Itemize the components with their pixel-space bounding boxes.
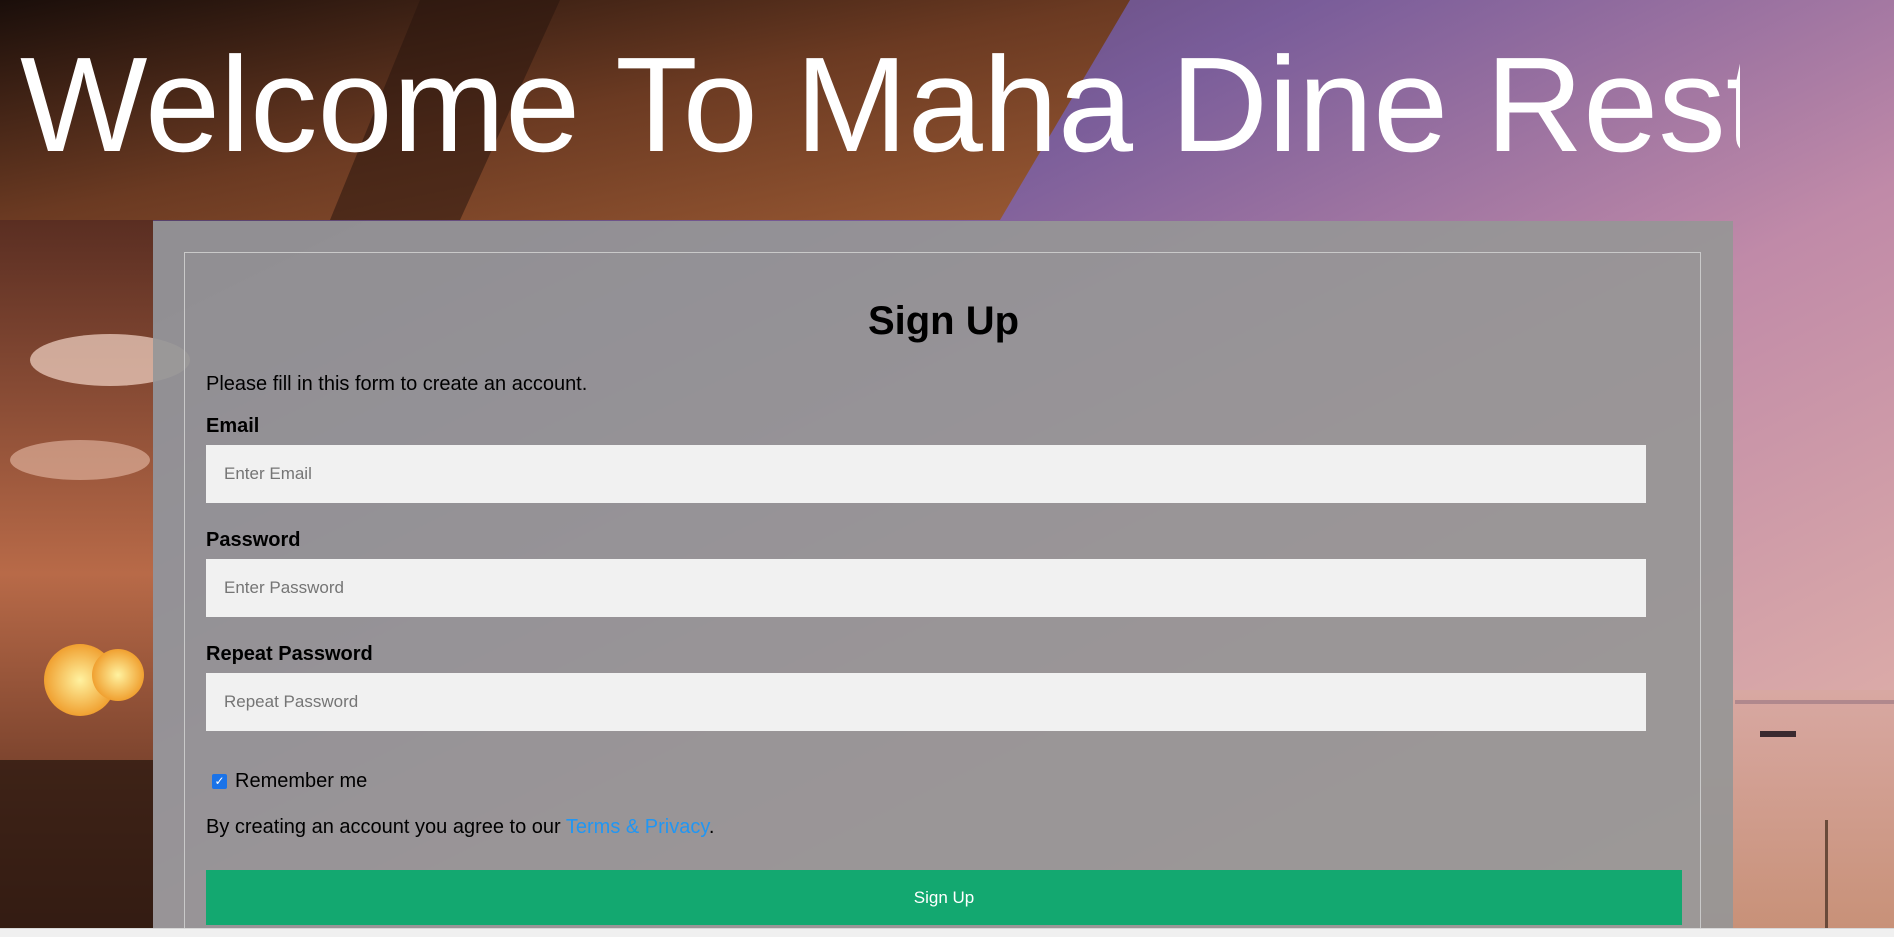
repeat-password-input[interactable] [206,673,1646,731]
repeat-password-label: Repeat Password [206,643,373,665]
remember-row: ✓ Remember me [206,770,367,793]
remember-checkbox[interactable]: ✓ [212,774,227,789]
signup-form: Sign Up Please fill in this form to crea… [184,252,1701,928]
form-intro: Please fill in this form to create an ac… [206,373,588,395]
terms-privacy-link[interactable]: Terms & Privacy [566,816,709,838]
page: Welcome To Maha Dine Restaurant Sign Up … [0,0,1894,937]
email-label: Email [206,415,260,437]
remember-label: Remember me [235,770,368,792]
password-input[interactable] [206,559,1646,617]
signup-panel: Sign Up Please fill in this form to crea… [153,221,1733,928]
terms-prefix: By creating an account you agree to our [206,816,566,838]
email-input[interactable] [206,445,1646,503]
form-title: Sign Up [867,299,1020,343]
hero-title: Welcome To Maha Dine Restaurant [20,30,1740,180]
horizontal-scrollbar[interactable] [0,928,1894,937]
terms-text: By creating an account you agree to our … [206,816,714,839]
password-label: Password [206,529,301,551]
signup-button[interactable]: Sign Up [206,870,1682,925]
terms-suffix: . [708,816,715,838]
